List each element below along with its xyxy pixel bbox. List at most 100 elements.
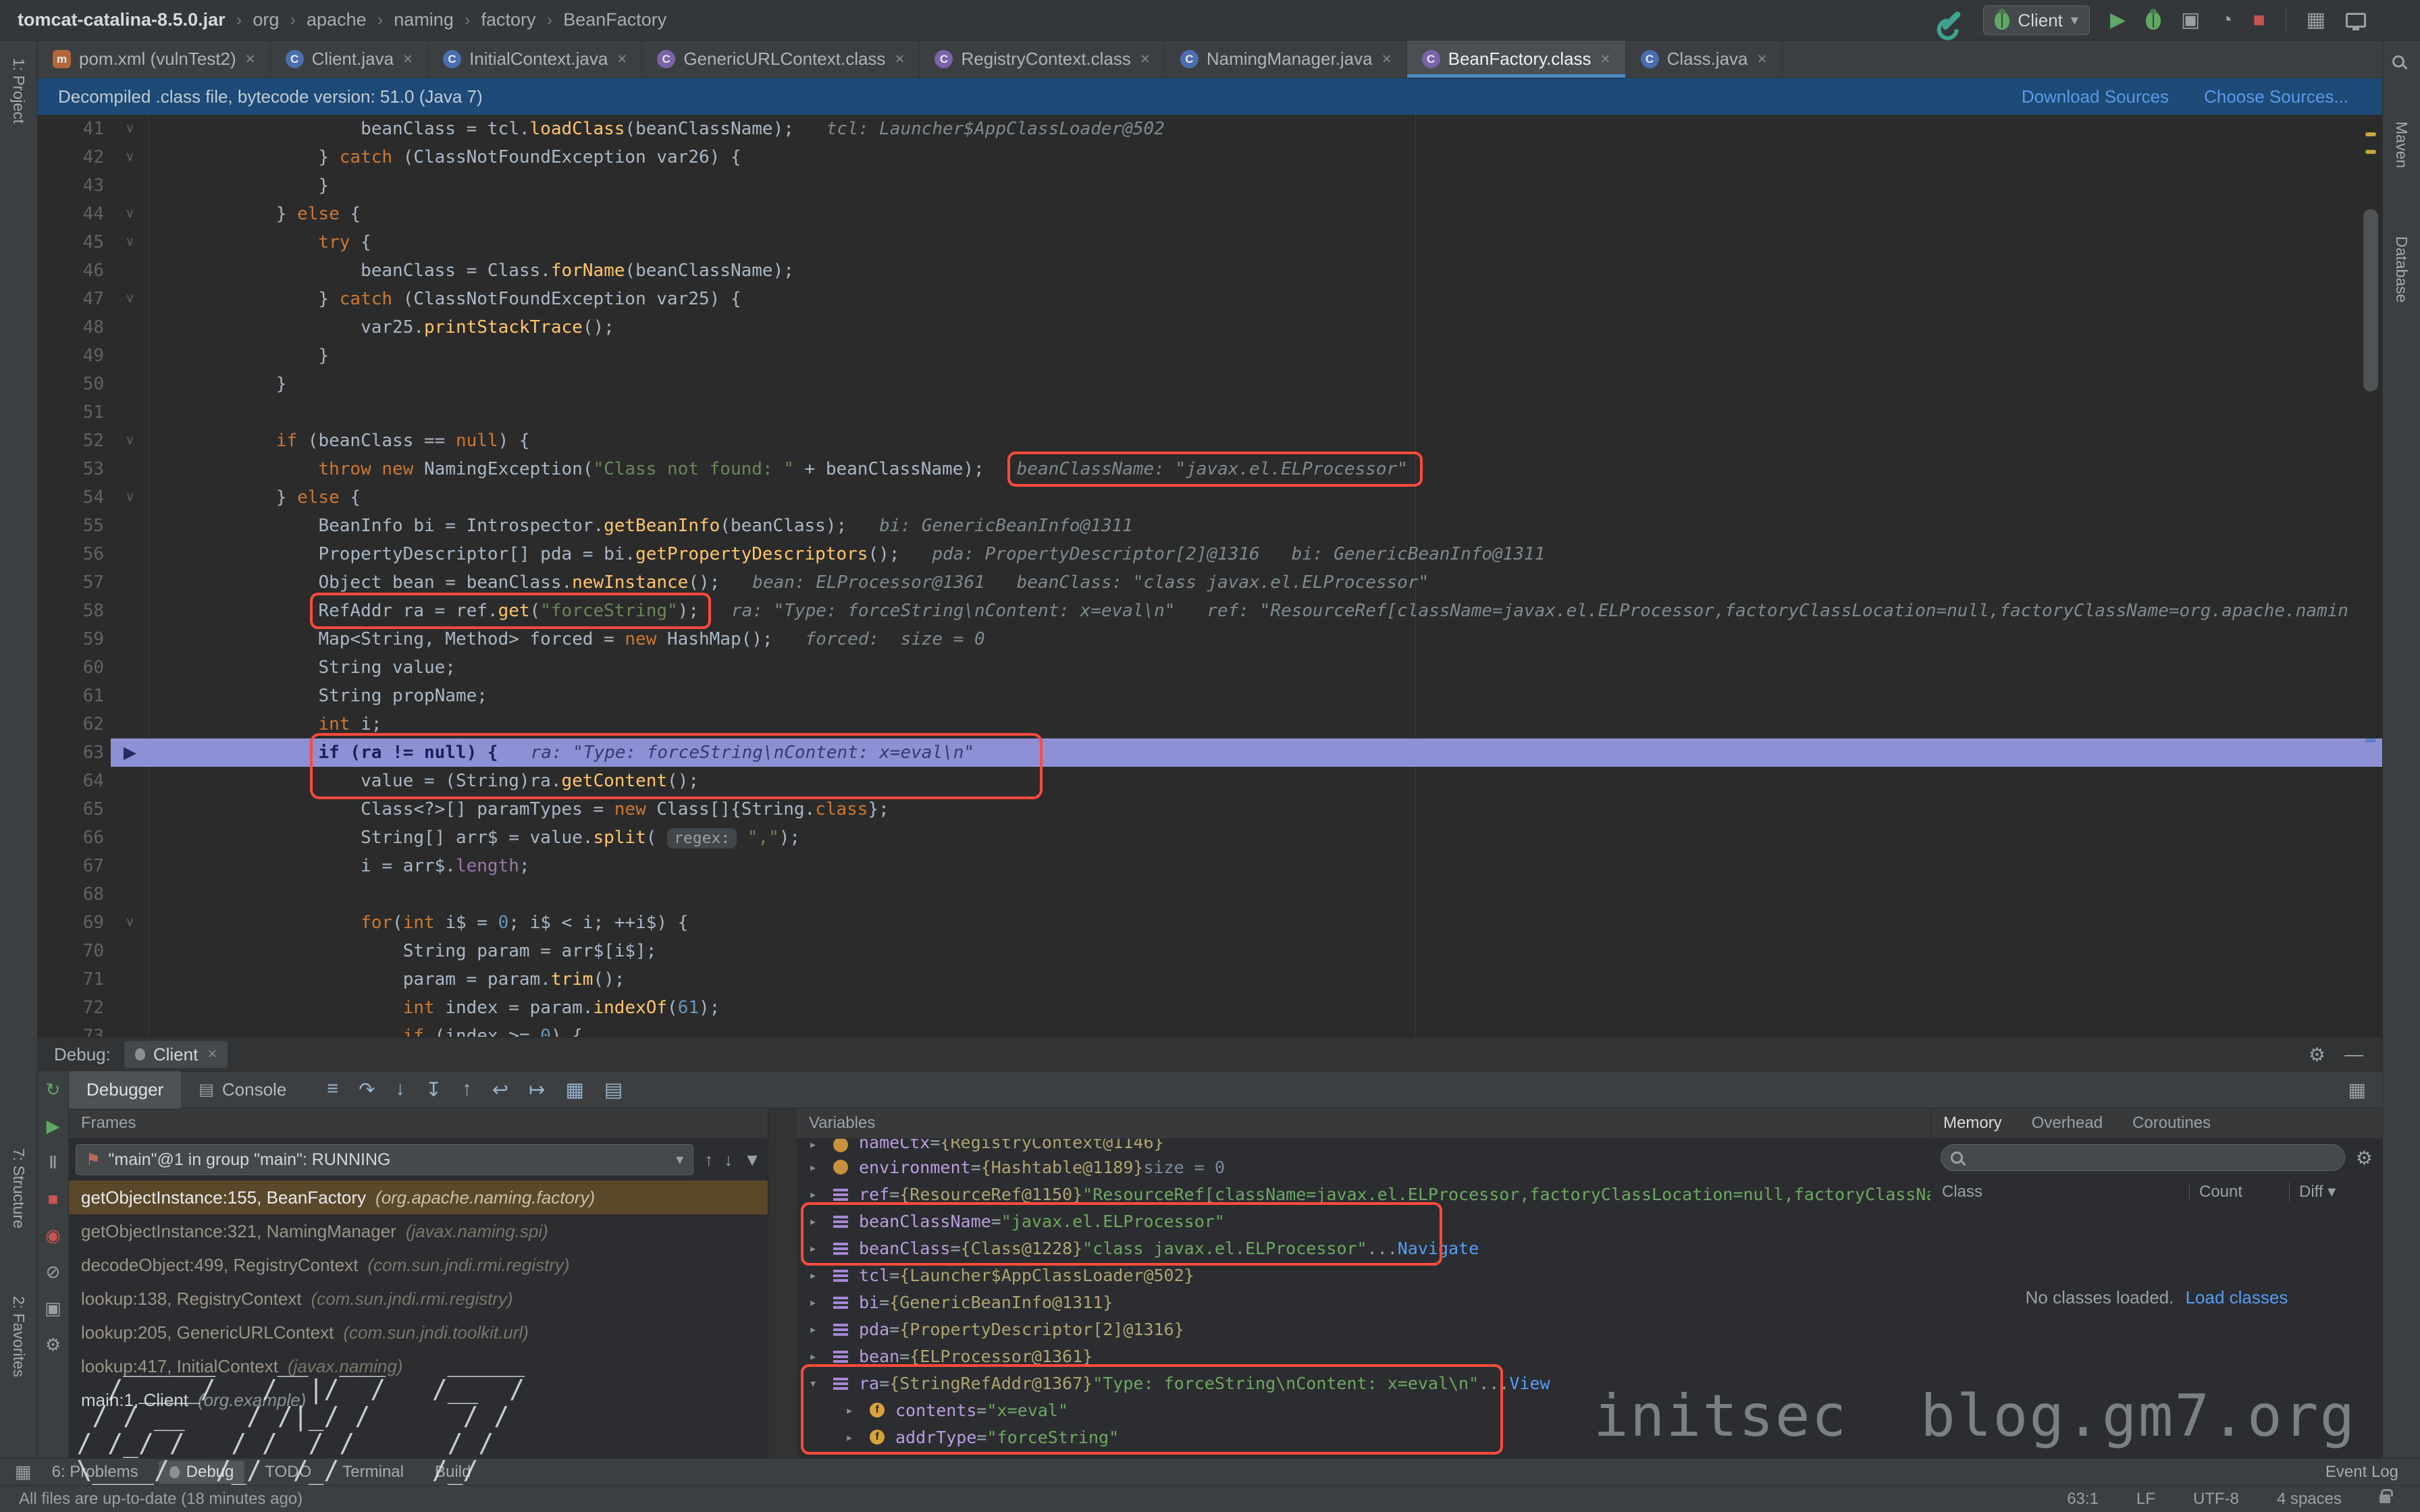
evaluate-expression-icon[interactable]: ▦: [565, 1078, 583, 1102]
breadcrumb-item[interactable]: naming: [394, 9, 454, 30]
download-sources-link[interactable]: Download Sources: [2022, 86, 2169, 107]
layout-menu-icon[interactable]: ≡: [327, 1078, 338, 1102]
thread-dump-icon[interactable]: ▣: [45, 1298, 61, 1319]
editor-tab[interactable]: CGenericURLContext.class×: [642, 40, 920, 78]
run-config-dropdown[interactable]: Client ▾: [1983, 5, 2090, 35]
editor-tab[interactable]: CClient.java×: [271, 40, 428, 78]
stack-frame-row[interactable]: lookup:417, InitialContext(javax.naming): [69, 1349, 768, 1383]
gear-icon[interactable]: ⚙: [2356, 1147, 2373, 1169]
stack-frame-row[interactable]: lookup:138, RegistryContext(com.sun.jndi…: [69, 1282, 768, 1316]
tab-coroutines[interactable]: Coroutines: [2132, 1114, 2211, 1133]
editor-tab[interactable]: CNamingManager.java×: [1165, 40, 1407, 78]
expand-chevron-icon[interactable]: ▸: [845, 1402, 870, 1418]
tab-close-icon[interactable]: ×: [895, 50, 904, 69]
expand-chevron-icon[interactable]: ▸: [809, 1186, 833, 1202]
profiler-icon[interactable]: ◔: [2220, 10, 2232, 30]
fold-marker-icon[interactable]: ∨: [111, 143, 149, 171]
expand-chevron-icon[interactable]: ▸: [809, 1267, 833, 1283]
search-icon[interactable]: [2392, 55, 2404, 68]
stack-frame-row[interactable]: decodeObject:499, RegistryContext(com.su…: [69, 1248, 768, 1282]
fold-marker-icon[interactable]: ∨: [111, 228, 149, 256]
toolwindow-button[interactable]: Terminal: [332, 1461, 415, 1484]
run-icon[interactable]: ▶: [2110, 10, 2126, 30]
tab-close-icon[interactable]: ×: [1758, 50, 1767, 69]
lock-icon[interactable]: [2379, 1494, 2390, 1503]
variable-row[interactable]: ▸faddrType = "forceString": [797, 1424, 1930, 1451]
variable-row[interactable]: ▸nameCtx = {RegistryContext@1146}: [797, 1139, 1930, 1154]
tab-overhead[interactable]: Overhead: [2032, 1114, 2103, 1133]
stack-frame-row[interactable]: getObjectInstance:155, BeanFactory(org.a…: [69, 1181, 768, 1214]
view-options-icon[interactable]: ▤: [604, 1078, 623, 1102]
indent-setting[interactable]: 4 spaces: [2277, 1490, 2342, 1509]
tab-console[interactable]: ▤ Console: [181, 1071, 304, 1108]
toolwindow-button-project[interactable]: 1: Project: [9, 58, 28, 124]
mute-breakpoints-icon[interactable]: ⊘: [46, 1262, 61, 1282]
breadcrumb-item[interactable]: tomcat-catalina-8.5.0.jar: [18, 9, 226, 30]
fold-marker-icon[interactable]: ∨: [111, 285, 149, 313]
editor-tab[interactable]: CRegistryContext.class×: [920, 40, 1165, 78]
variable-row[interactable]: ▸pda = {PropertyDescriptor[2]@1316}: [797, 1316, 1930, 1343]
line-ending[interactable]: LF: [2136, 1490, 2155, 1509]
toolwindow-button-database[interactable]: Database: [2392, 236, 2411, 302]
pause-icon[interactable]: Ⅱ: [49, 1152, 57, 1173]
editor-tab[interactable]: CInitialContext.java×: [428, 40, 642, 78]
step-over-icon[interactable]: ↷: [359, 1078, 375, 1102]
event-log-button[interactable]: Event Log: [2325, 1463, 2405, 1482]
expand-chevron-icon[interactable]: ▸: [809, 1139, 833, 1152]
fold-marker-icon[interactable]: ∨: [111, 115, 149, 143]
memory-search-input[interactable]: [1941, 1144, 2345, 1171]
fold-marker-icon[interactable]: ∨: [111, 200, 149, 228]
editor-tab[interactable]: CClass.java×: [1626, 40, 1783, 78]
tab-close-icon[interactable]: ×: [403, 50, 413, 69]
force-step-into-icon[interactable]: ↧: [425, 1078, 442, 1102]
expand-chevron-icon[interactable]: ▸: [809, 1159, 833, 1175]
load-classes-link[interactable]: Load classes: [2186, 1287, 2288, 1307]
view-breakpoints-icon[interactable]: ◉: [45, 1225, 61, 1246]
column-class[interactable]: Class: [1931, 1183, 2189, 1202]
gear-icon[interactable]: ⚙: [2309, 1044, 2325, 1066]
monitor-icon[interactable]: [2346, 13, 2366, 28]
toolwindow-button[interactable]: TODO: [254, 1461, 322, 1484]
toolwindow-button[interactable]: 6: Problems: [41, 1461, 149, 1484]
expand-chevron-icon[interactable]: ▸: [809, 1240, 833, 1256]
editor-scrollbar[interactable]: [2363, 209, 2378, 392]
tab-close-icon[interactable]: ×: [1382, 50, 1392, 69]
breadcrumb-item[interactable]: apache: [307, 9, 367, 30]
debug-settings-icon[interactable]: ⚙: [45, 1334, 61, 1355]
choose-sources-link[interactable]: Choose Sources...: [2204, 86, 2348, 107]
error-stripe-mark[interactable]: [2365, 150, 2376, 154]
caret-position[interactable]: 63:1: [2067, 1490, 2099, 1509]
breadcrumb-item[interactable]: org: [253, 9, 279, 30]
tab-close-icon[interactable]: ×: [1140, 50, 1150, 69]
error-stripe-mark[interactable]: [2365, 132, 2376, 136]
breadcrumb-item[interactable]: factory: [481, 9, 536, 30]
tab-close-icon[interactable]: ×: [246, 50, 255, 69]
wrench-icon[interactable]: [1941, 10, 1962, 30]
variable-row[interactable]: ▸environment = {Hashtable@1189} size = 0: [797, 1154, 1930, 1181]
rerun-icon[interactable]: ↻: [46, 1079, 61, 1100]
step-out-icon[interactable]: ↑: [462, 1078, 472, 1102]
breadcrumb-item[interactable]: BeanFactory: [563, 9, 666, 30]
fold-marker-icon[interactable]: ∨: [111, 427, 149, 455]
variable-row[interactable]: ▸bean = {ELProcessor@1361}: [797, 1343, 1930, 1370]
tab-close-icon[interactable]: ×: [617, 50, 627, 69]
toolwindow-button[interactable]: Build: [424, 1461, 481, 1484]
variable-row[interactable]: ▸fcontents = "x=eval": [797, 1397, 1930, 1424]
editor-tab[interactable]: mpom.xml (vulnTest2)×: [38, 40, 271, 78]
window-switcher-icon[interactable]: ▦: [15, 1461, 32, 1482]
error-stripe-mark[interactable]: [2365, 738, 2376, 742]
debug-session-tab[interactable]: Client ×: [124, 1041, 228, 1068]
tab-close-icon[interactable]: ×: [1601, 50, 1610, 69]
expand-chevron-icon[interactable]: ▸: [809, 1294, 833, 1310]
code-area[interactable]: 41∨ beanClass = tcl.loadClass(beanClassN…: [38, 115, 2382, 1037]
toolwindow-button-maven[interactable]: Maven: [2392, 122, 2411, 168]
variable-row[interactable]: ▸bi = {GenericBeanInfo@1311}: [797, 1289, 1930, 1316]
toolwindow-button-favorites[interactable]: 2: Favorites: [9, 1296, 28, 1377]
stop-icon[interactable]: ■: [2253, 10, 2265, 30]
editor-tab[interactable]: CBeanFactory.class×: [1407, 40, 1626, 78]
expand-chevron-icon[interactable]: ▸: [809, 1321, 833, 1337]
thread-dropdown[interactable]: ⚑ "main"@1 in group "main": RUNNING ▾: [76, 1144, 693, 1175]
variable-row[interactable]: ▸beanClass = {Class@1228} "class javax.e…: [797, 1235, 1930, 1262]
expand-chevron-icon[interactable]: ▸: [809, 1213, 833, 1229]
stack-frame-row[interactable]: main:1, Client(org.example): [69, 1383, 768, 1417]
